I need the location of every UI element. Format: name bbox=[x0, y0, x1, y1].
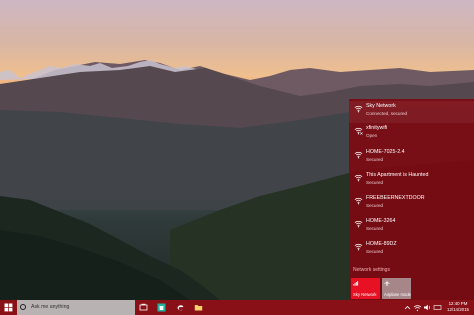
network-name: HOME-3264 bbox=[366, 218, 396, 224]
network-name: HOME-7025-2.4 bbox=[366, 149, 405, 155]
network-status: Secured bbox=[366, 249, 384, 254]
cortana-icon bbox=[20, 303, 26, 310]
network-settings-link[interactable]: Network settings bbox=[353, 267, 390, 273]
task-view-icon[interactable] bbox=[139, 303, 148, 312]
network-item[interactable]: HOME-3264 Secured bbox=[349, 216, 474, 238]
wifi-secured-icon bbox=[354, 243, 363, 251]
wifi-toggle-tile[interactable]: Sky Network bbox=[351, 278, 380, 299]
search-input[interactable]: Ask me anything bbox=[17, 300, 135, 315]
volume-icon[interactable] bbox=[423, 303, 432, 312]
wifi-tray-icon[interactable] bbox=[413, 303, 422, 312]
network-item[interactable]: HOME-89DZ Secured bbox=[349, 239, 474, 261]
airplane-mode-tile[interactable]: Airplane mode bbox=[382, 278, 411, 299]
network-item[interactable]: Sky Network Connected, secured bbox=[349, 101, 474, 123]
wifi-secured-icon bbox=[354, 151, 363, 159]
keyboard-language-icon[interactable] bbox=[433, 303, 442, 312]
taskbar: Ask me anything 12:40 PM 12/14/2015 bbox=[0, 300, 474, 315]
network-item[interactable]: FREEBEERNEXTDOOR Secured bbox=[349, 193, 474, 215]
wifi-tile-label: Sky Network bbox=[353, 292, 377, 297]
desktop: Sky Network Connected, secured xfinitywi… bbox=[0, 0, 474, 315]
network-name: Sky Network bbox=[366, 103, 396, 109]
network-name: This Apartment is Haunted bbox=[366, 172, 429, 178]
file-explorer-icon[interactable] bbox=[194, 303, 203, 312]
network-item[interactable]: HOME-7025-2.4 Secured bbox=[349, 147, 474, 169]
clock[interactable]: 12:40 PM 12/14/2015 bbox=[445, 301, 471, 313]
wifi-icon bbox=[353, 281, 359, 286]
network-item[interactable]: xfinitywifi Open bbox=[349, 123, 474, 145]
edge-browser-icon[interactable] bbox=[176, 303, 185, 312]
network-name: FREEBEERNEXTDOOR bbox=[366, 195, 425, 201]
search-placeholder: Ask me anything bbox=[31, 304, 70, 310]
wifi-open-icon bbox=[354, 127, 363, 135]
airplane-tile-label: Airplane mode bbox=[384, 292, 412, 297]
network-status: Secured bbox=[366, 226, 384, 231]
network-status: Secured bbox=[366, 180, 384, 185]
start-button[interactable] bbox=[0, 300, 17, 315]
network-flyout: Sky Network Connected, secured xfinitywi… bbox=[349, 99, 474, 301]
airplane-icon bbox=[384, 280, 390, 286]
store-app-icon[interactable] bbox=[157, 303, 166, 312]
network-status: Secured bbox=[366, 157, 384, 162]
network-item[interactable]: This Apartment is Haunted Secured bbox=[349, 170, 474, 192]
wifi-secured-icon bbox=[354, 197, 363, 205]
wifi-signal-icon bbox=[354, 105, 363, 113]
network-name: HOME-89DZ bbox=[366, 241, 397, 247]
network-status: Connected, secured bbox=[366, 111, 408, 116]
windows-logo-icon bbox=[4, 303, 13, 312]
network-name: xfinitywifi bbox=[366, 125, 388, 131]
wifi-secured-icon bbox=[354, 220, 363, 228]
wifi-secured-icon bbox=[354, 174, 363, 182]
network-status: Secured bbox=[366, 203, 384, 208]
chevron-up-icon[interactable] bbox=[403, 303, 412, 312]
clock-date: 12/14/2015 bbox=[447, 307, 469, 312]
network-status: Open bbox=[366, 133, 378, 138]
